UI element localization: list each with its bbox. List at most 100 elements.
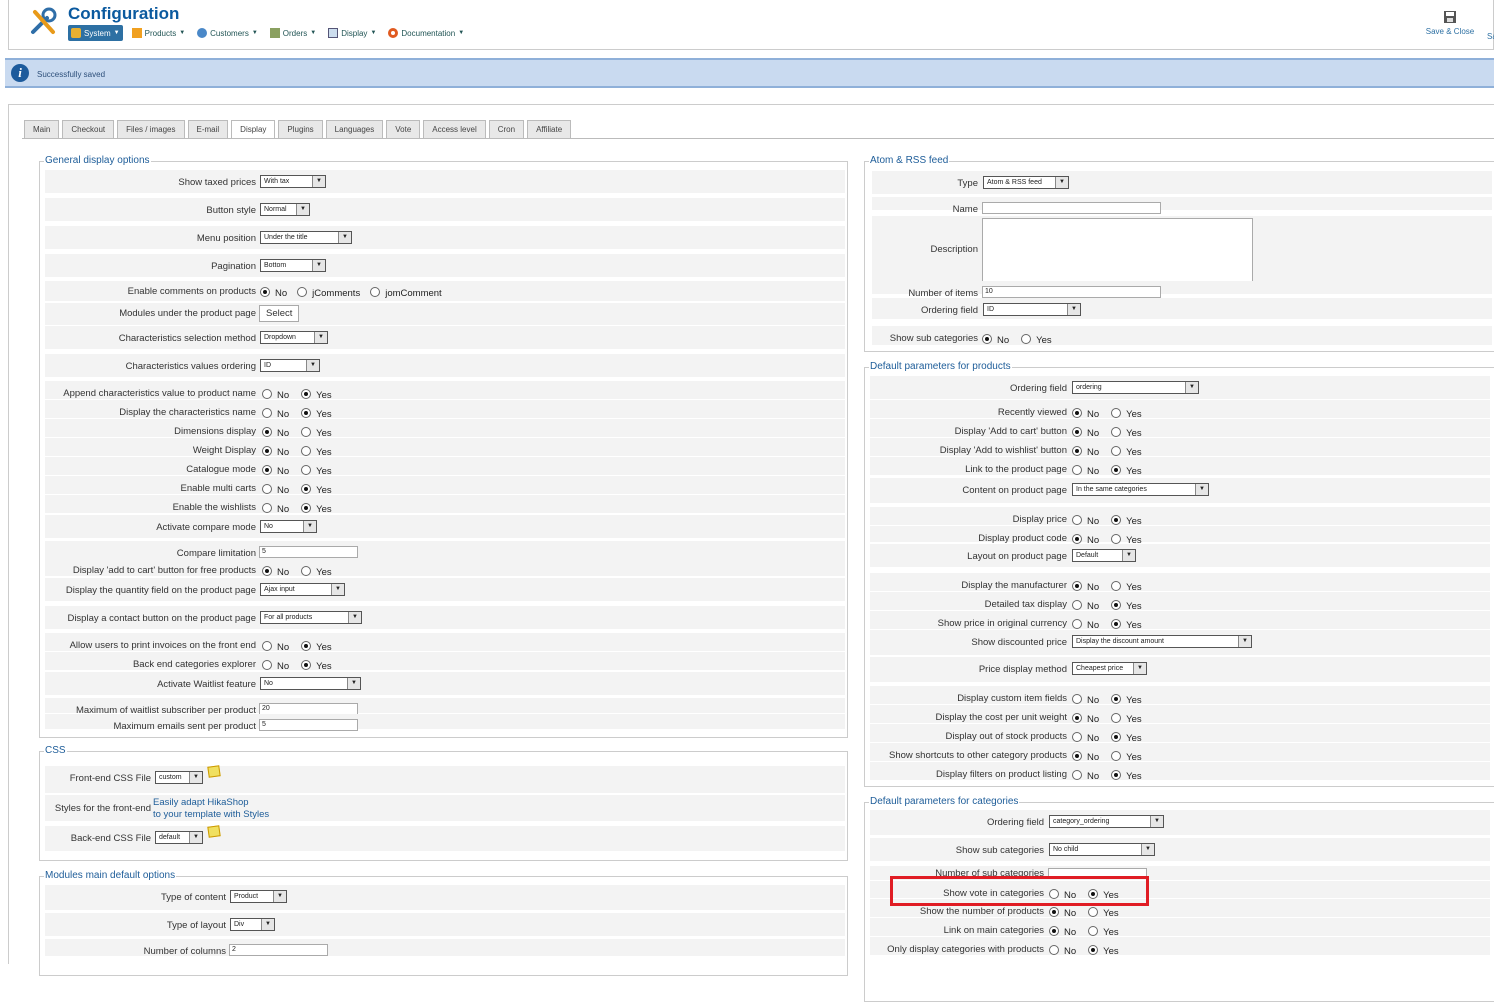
button-style-select[interactable]: Normal ▼ xyxy=(260,203,310,216)
show-taxed-prices-select[interactable]: With tax ▼ xyxy=(260,175,326,188)
discounted-select[interactable]: Display the discount amount ▼ xyxy=(1072,635,1252,648)
cost-unit-radio-no[interactable] xyxy=(1072,712,1082,723)
catalogue-radio-no[interactable] xyxy=(262,464,272,475)
tax-display-radio-yes[interactable] xyxy=(1111,599,1122,610)
append-char-radio-yes[interactable] xyxy=(301,388,312,399)
description-textarea[interactable] xyxy=(982,218,1253,282)
shortcuts-radio-no[interactable] xyxy=(1072,750,1082,761)
tab-affiliate[interactable]: Affiliate xyxy=(527,120,572,138)
shortcuts-radio-yes[interactable] xyxy=(1111,750,1122,761)
add-cart-radio-yes[interactable] xyxy=(1111,426,1122,437)
weight-radio-no[interactable] xyxy=(262,445,272,456)
backend-explorer-radio-yes[interactable] xyxy=(301,659,312,670)
only-with-products-radio-yes[interactable] xyxy=(1088,944,1099,955)
filters-radio-no[interactable] xyxy=(1072,769,1082,780)
out-of-stock-radio-no[interactable] xyxy=(1072,731,1082,742)
save-button[interactable]: Sa xyxy=(1487,32,1494,41)
comments-radio-opt2[interactable] xyxy=(297,286,308,297)
link-main-radio-yes[interactable] xyxy=(1088,925,1099,936)
layout-product-select[interactable]: Default ▼ xyxy=(1072,549,1136,562)
display-char-name-radio-yes[interactable] xyxy=(301,407,312,418)
backend-explorer-radio-no[interactable] xyxy=(262,659,272,670)
compare-limit-input[interactable]: 5 xyxy=(259,546,358,558)
tab-display[interactable]: Display xyxy=(231,120,276,139)
product-code-radio-yes[interactable] xyxy=(1111,533,1122,544)
add-wishlist-radio-no[interactable] xyxy=(1072,445,1082,456)
ordering-select[interactable]: ordering ▼ xyxy=(1072,381,1199,394)
content-product-select[interactable]: In the same categories ▼ xyxy=(1072,483,1209,496)
orig-currency-radio-no[interactable] xyxy=(1072,618,1082,629)
menu-customers[interactable]: Customers ▼ xyxy=(194,25,261,41)
num-columns-input[interactable]: 2 xyxy=(229,944,328,956)
menu-position-select[interactable]: Under the title ▼ xyxy=(260,231,352,244)
quantity-field-select[interactable]: Ajax input ▼ xyxy=(260,583,345,596)
dimensions-radio-no[interactable] xyxy=(262,426,272,437)
num-items-input[interactable]: 10 xyxy=(982,286,1161,298)
orig-currency-radio-yes[interactable] xyxy=(1111,618,1122,629)
tab-plugins[interactable]: Plugins xyxy=(278,120,323,138)
recently-viewed-radio-no[interactable] xyxy=(1072,407,1082,418)
price-method-select[interactable]: Cheapest price ▼ xyxy=(1072,662,1147,675)
tax-display-radio-no[interactable] xyxy=(1072,599,1082,610)
display-char-name-radio-no[interactable] xyxy=(262,407,272,418)
comments-radio-opt3[interactable] xyxy=(370,286,381,297)
display-price-radio-yes[interactable] xyxy=(1111,514,1122,525)
dimensions-radio-yes[interactable] xyxy=(301,426,312,437)
edit-icon[interactable] xyxy=(207,765,221,778)
sub-categories-radio-no[interactable] xyxy=(982,333,992,344)
product-code-radio-no[interactable] xyxy=(1072,533,1082,544)
type-layout-select[interactable]: Div ▼ xyxy=(230,918,275,931)
pagination-select[interactable]: Bottom ▼ xyxy=(260,259,326,272)
edit-icon[interactable] xyxy=(207,825,221,838)
only-with-products-radio-no[interactable] xyxy=(1049,944,1059,955)
char-ordering-select[interactable]: ID ▼ xyxy=(260,359,320,372)
wishlists-radio-no[interactable] xyxy=(262,502,272,513)
filters-radio-yes[interactable] xyxy=(1111,769,1122,780)
add-wishlist-radio-yes[interactable] xyxy=(1111,445,1122,456)
waitlist-select[interactable]: No ▼ xyxy=(260,677,361,690)
tab-checkout[interactable]: Checkout xyxy=(62,120,115,138)
tab-cron[interactable]: Cron xyxy=(488,120,525,138)
type-content-select[interactable]: Product ▼ xyxy=(230,890,287,903)
menu-display[interactable]: Display ▼ xyxy=(325,25,379,41)
add-cart-radio-no[interactable] xyxy=(1072,426,1082,437)
custom-fields-radio-yes[interactable] xyxy=(1111,693,1122,704)
menu-system[interactable]: System ▼ xyxy=(68,25,123,41)
tab-files-images[interactable]: Files / images xyxy=(117,120,185,138)
num-products-radio-no[interactable] xyxy=(1049,906,1059,917)
name-input[interactable] xyxy=(982,202,1161,214)
ordering-select[interactable]: ID ▼ xyxy=(983,303,1081,316)
link-product-radio-yes[interactable] xyxy=(1111,464,1122,475)
select-modules-button[interactable]: Select xyxy=(259,305,300,322)
wishlists-radio-yes[interactable] xyxy=(301,502,312,513)
add-cart-free-radio-yes[interactable] xyxy=(301,565,312,576)
tab-vote[interactable]: Vote xyxy=(386,120,421,138)
type-select[interactable]: Atom & RSS feed ▼ xyxy=(983,176,1069,189)
print-invoices-radio-yes[interactable] xyxy=(301,640,312,651)
char-selection-select[interactable]: Dropdown ▼ xyxy=(260,331,328,344)
backend-file-select[interactable]: default ▼ xyxy=(155,831,203,844)
manufacturer-radio-yes[interactable] xyxy=(1111,580,1122,591)
tab-languages[interactable]: Languages xyxy=(325,120,384,138)
append-char-radio-no[interactable] xyxy=(262,388,272,399)
cost-unit-radio-yes[interactable] xyxy=(1111,712,1122,723)
max-emails-input[interactable]: 5 xyxy=(259,719,358,731)
menu-orders[interactable]: Orders ▼ xyxy=(267,25,319,41)
link-product-radio-no[interactable] xyxy=(1072,464,1082,475)
weight-radio-yes[interactable] xyxy=(301,445,312,456)
ordering-select[interactable]: category_ordering ▼ xyxy=(1049,815,1164,828)
tab-main[interactable]: Main xyxy=(24,120,60,138)
print-invoices-radio-no[interactable] xyxy=(262,640,272,651)
out-of-stock-radio-yes[interactable] xyxy=(1111,731,1122,742)
multi-carts-radio-no[interactable] xyxy=(262,483,272,494)
sub-categories-select[interactable]: No child ▼ xyxy=(1049,843,1155,856)
num-products-radio-yes[interactable] xyxy=(1088,906,1099,917)
save-close-button[interactable]: Save & Close xyxy=(1425,10,1475,36)
compare-mode-select[interactable]: No ▼ xyxy=(260,520,317,533)
add-cart-free-radio-no[interactable] xyxy=(262,565,272,576)
menu-documentation[interactable]: Documentation ▼ xyxy=(385,25,467,41)
custom-fields-radio-no[interactable] xyxy=(1072,693,1082,704)
contact-button-select[interactable]: For all products ▼ xyxy=(260,611,362,624)
menu-products[interactable]: Products ▼ xyxy=(129,25,189,41)
styles-link[interactable]: Easily adapt HikaShop to your template wi… xyxy=(153,797,269,821)
